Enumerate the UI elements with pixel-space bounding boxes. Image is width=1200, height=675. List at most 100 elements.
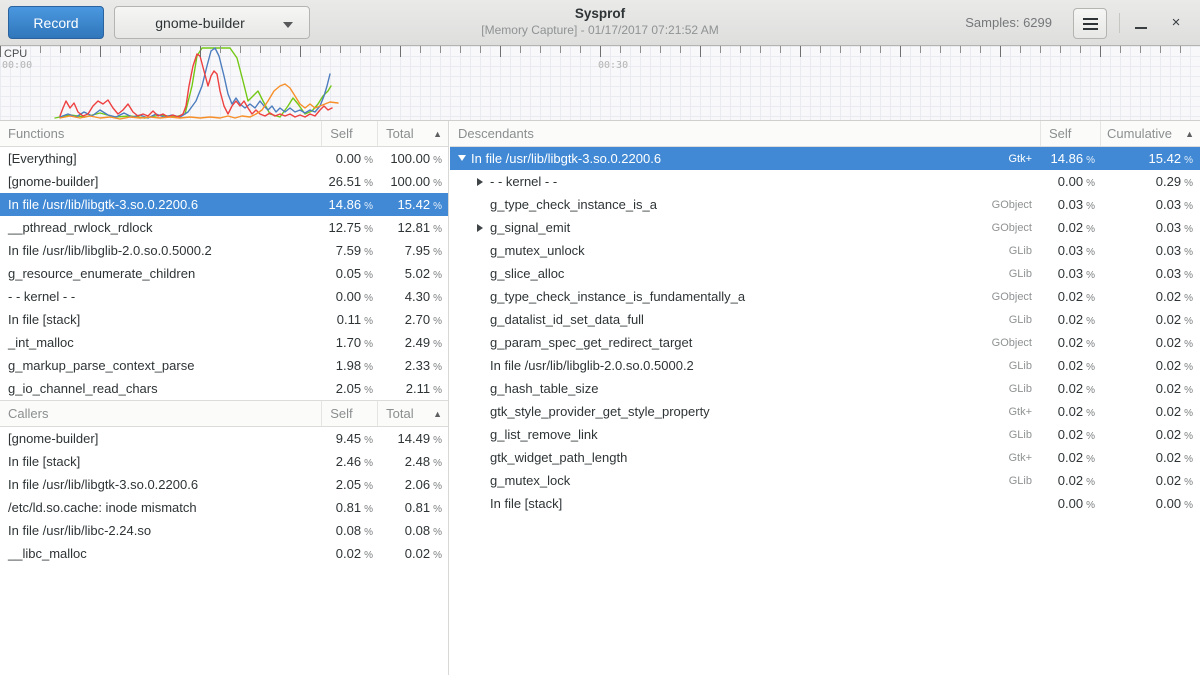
functions-table: Functions Self Total ▲ [Everything]0.00%… [0, 121, 448, 400]
descendants-column-header[interactable]: Descendants [450, 121, 1040, 146]
percent-sign: % [433, 550, 442, 561]
table-row[interactable]: g_list_remove_linkGLib0.02%0.02% [450, 423, 1200, 446]
function-name: gtk_widget_path_length [490, 450, 627, 465]
table-row[interactable]: g_param_spec_get_redirect_targetGObject0… [450, 331, 1200, 354]
percent-value: 2.11 [406, 381, 430, 396]
percent-cell: 0.00% [1100, 496, 1200, 511]
table-row[interactable]: g_mutex_lockGLib0.02%0.02% [450, 469, 1200, 492]
percent-cell: 0.02% [1100, 473, 1200, 488]
percent-sign: % [364, 224, 373, 235]
table-row[interactable]: In file [stack]0.00%0.00% [450, 492, 1200, 515]
percent-value: 0.11 [337, 312, 361, 327]
percent-sign: % [1086, 339, 1095, 350]
table-row[interactable]: _int_malloc1.70%2.49% [0, 331, 448, 354]
function-name: g_mutex_lock [490, 473, 570, 488]
table-row[interactable]: g_datalist_id_set_data_fullGLib0.02%0.02… [450, 308, 1200, 331]
percent-value: 0.00 [1058, 174, 1083, 189]
percent-cell: 0.02% [1040, 450, 1100, 465]
table-row[interactable]: In file /usr/lib/libgtk-3.so.0.2200.6Gtk… [450, 147, 1200, 170]
table-row[interactable]: In file /usr/lib/libglib-2.0.so.0.5000.2… [450, 354, 1200, 377]
percent-sign: % [1184, 408, 1193, 419]
table-row[interactable]: g_signal_emitGObject0.02%0.03% [450, 216, 1200, 239]
table-row[interactable]: - - kernel - -0.00%0.29% [450, 170, 1200, 193]
minimize-button[interactable] [1128, 9, 1154, 35]
table-row[interactable]: g_resource_enumerate_children0.05%5.02% [0, 262, 448, 285]
table-row[interactable]: g_type_check_instance_is_aGObject0.03%0.… [450, 193, 1200, 216]
table-row[interactable]: gtk_widget_path_lengthGtk+0.02%0.02% [450, 446, 1200, 469]
table-row[interactable]: g_mutex_unlockGLib0.03%0.03% [450, 239, 1200, 262]
percent-cell: 14.49% [377, 431, 448, 446]
close-button[interactable]: × [1162, 9, 1190, 35]
library-badge: GLib [1009, 383, 1040, 395]
process-selector-dropdown[interactable]: gnome-builder [114, 6, 310, 39]
table-row[interactable]: g_io_channel_read_chars2.05%2.11% [0, 377, 448, 400]
percent-cell: 0.02% [1040, 312, 1100, 327]
percent-value: 2.46 [336, 454, 361, 469]
self-column-header[interactable]: Self [321, 121, 377, 146]
table-row[interactable]: In file /usr/lib/libglib-2.0.so.0.5000.2… [0, 239, 448, 262]
expander-open-icon[interactable] [458, 152, 471, 165]
table-row[interactable]: g_type_check_instance_is_fundamentally_a… [450, 285, 1200, 308]
percent-value: 0.02 [1156, 450, 1181, 465]
table-row[interactable]: /etc/ld.so.cache: inode mismatch0.81%0.8… [0, 496, 448, 519]
percent-value: 0.00 [336, 289, 361, 304]
expander-closed-icon[interactable] [477, 178, 490, 186]
function-name: __pthread_rwlock_rdlock [0, 220, 321, 235]
percent-cell: 0.05% [321, 266, 377, 281]
table-row[interactable]: In file [stack]0.11%2.70% [0, 308, 448, 331]
function-name: - - kernel - - [490, 174, 557, 189]
function-name: g_io_channel_read_chars [0, 381, 321, 396]
percent-cell: 0.03% [1100, 220, 1200, 235]
percent-value: 2.05 [336, 477, 361, 492]
cpu-timeline-graph[interactable]: CPU 00:00 00:30 [0, 46, 1200, 121]
percent-value: 14.86 [329, 197, 362, 212]
percent-value: 14.49 [398, 431, 431, 446]
expander-closed-icon[interactable] [477, 224, 490, 232]
percent-value: 2.33 [405, 358, 430, 373]
percent-cell: 15.42% [377, 197, 448, 212]
percent-cell: 12.81% [377, 220, 448, 235]
table-row[interactable]: gtk_style_provider_get_style_propertyGtk… [450, 400, 1200, 423]
percent-value: 15.42 [398, 197, 431, 212]
total-column-header[interactable]: Total ▲ [377, 401, 448, 426]
table-row[interactable]: g_slice_allocGLib0.03%0.03% [450, 262, 1200, 285]
table-row[interactable]: In file /usr/lib/libc-2.24.so0.08%0.08% [0, 519, 448, 542]
function-name: /etc/ld.so.cache: inode mismatch [0, 500, 321, 515]
percent-cell: 2.48% [377, 454, 448, 469]
cumulative-column-header[interactable]: Cumulative ▲ [1100, 121, 1200, 146]
table-row[interactable]: [gnome-builder]26.51%100.00% [0, 170, 448, 193]
time-label-mid: 00:30 [598, 60, 628, 71]
table-row[interactable]: g_hash_table_sizeGLib0.02%0.02% [450, 377, 1200, 400]
percent-cell: 0.81% [377, 500, 448, 515]
percent-cell: 0.02% [1100, 312, 1200, 327]
table-row[interactable]: g_markup_parse_context_parse1.98%2.33% [0, 354, 448, 377]
self-column-header[interactable]: Self [1040, 121, 1100, 146]
library-badge: GLib [1009, 314, 1040, 326]
percent-sign: % [364, 155, 373, 166]
total-column-header[interactable]: Total ▲ [377, 121, 448, 146]
menu-button[interactable] [1073, 8, 1107, 39]
function-name: [gnome-builder] [0, 174, 321, 189]
self-column-header[interactable]: Self [321, 401, 377, 426]
table-row[interactable]: __pthread_rwlock_rdlock12.75%12.81% [0, 216, 448, 239]
percent-sign: % [433, 527, 442, 538]
callers-column-header[interactable]: Callers [0, 401, 321, 426]
descendant-name-cell: g_mutex_unlockGLib [450, 243, 1040, 258]
cpu-graph-label: CPU [4, 48, 30, 60]
table-row[interactable]: __libc_malloc0.02%0.02% [0, 542, 448, 565]
percent-value: 0.02 [405, 546, 430, 561]
percent-value: 0.02 [1058, 404, 1083, 419]
table-row[interactable]: [gnome-builder]9.45%14.49% [0, 427, 448, 450]
table-row[interactable]: In file [stack]2.46%2.48% [0, 450, 448, 473]
function-name: In file /usr/lib/libglib-2.0.so.0.5000.2 [0, 243, 321, 258]
functions-column-header[interactable]: Functions [0, 121, 321, 146]
percent-sign: % [364, 527, 373, 538]
table-row[interactable]: In file /usr/lib/libgtk-3.so.0.2200.614.… [0, 193, 448, 216]
table-row[interactable]: In file /usr/lib/libgtk-3.so.0.2200.62.0… [0, 473, 448, 496]
descendants-table-header: Descendants Self Cumulative ▲ [450, 121, 1200, 147]
table-row[interactable]: - - kernel - -0.00%4.30% [0, 285, 448, 308]
record-button[interactable]: Record [8, 6, 104, 39]
percent-cell: 7.95% [377, 243, 448, 258]
table-row[interactable]: [Everything]0.00%100.00% [0, 147, 448, 170]
header-bar: Record gnome-builder Sysprof [Memory Cap… [0, 0, 1200, 46]
